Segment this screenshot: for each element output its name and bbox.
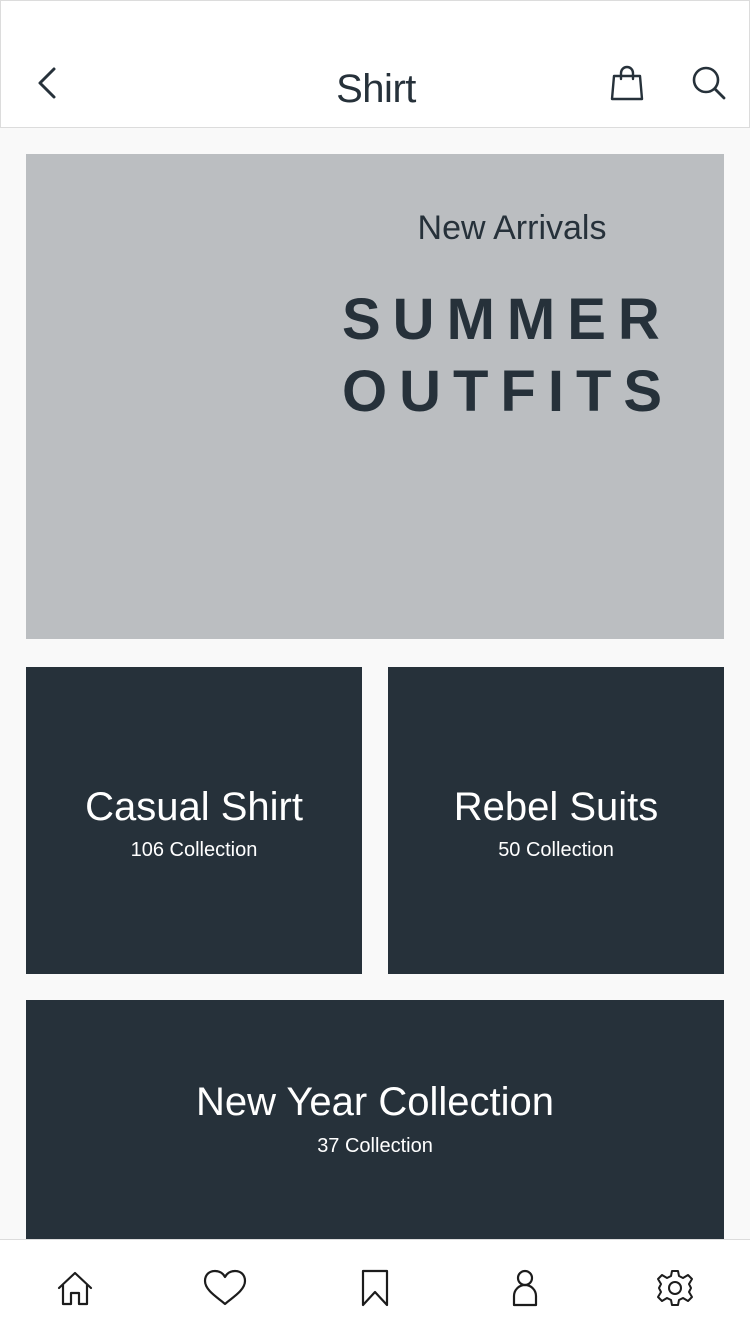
heart-icon bbox=[202, 1268, 248, 1308]
collection-title: Casual Shirt bbox=[85, 785, 303, 829]
search-icon bbox=[691, 65, 727, 101]
nav-home-button[interactable] bbox=[51, 1264, 99, 1312]
bookmark-icon bbox=[360, 1268, 390, 1308]
hero-title: SUMMER OUTFITS bbox=[342, 287, 675, 424]
nav-saved-button[interactable] bbox=[351, 1264, 399, 1312]
collection-count: 106 Collection bbox=[130, 839, 258, 861]
collection-card-rebel-suits[interactable]: Rebel Suits 50 Collection bbox=[388, 667, 724, 974]
nav-favorites-button[interactable] bbox=[201, 1264, 249, 1312]
home-icon bbox=[55, 1268, 95, 1308]
user-icon bbox=[510, 1268, 540, 1308]
screen: Shirt New Arrivals SUMMER OUTFITS Casual… bbox=[0, 0, 750, 1334]
nav-settings-button[interactable] bbox=[651, 1264, 699, 1312]
hero-banner[interactable]: New Arrivals SUMMER OUTFITS bbox=[26, 154, 724, 639]
collection-title: New Year Collection bbox=[196, 1080, 554, 1124]
collection-card-new-year[interactable]: New Year Collection 37 Collection bbox=[26, 1000, 724, 1260]
gear-icon bbox=[655, 1268, 695, 1308]
search-button[interactable] bbox=[687, 61, 731, 105]
bottom-nav bbox=[0, 1239, 750, 1334]
collection-count: 37 Collection bbox=[317, 1135, 433, 1157]
collection-title: Rebel Suits bbox=[453, 785, 659, 829]
collection-card-casual-shirt[interactable]: Casual Shirt 106 Collection bbox=[26, 667, 362, 974]
header-bar: Shirt bbox=[0, 0, 750, 128]
collection-count: 50 Collection bbox=[498, 839, 614, 861]
hero-subtitle: New Arrivals bbox=[417, 209, 607, 247]
shopping-bag-button[interactable] bbox=[605, 61, 649, 105]
shopping-bag-icon bbox=[610, 64, 644, 102]
nav-profile-button[interactable] bbox=[501, 1264, 549, 1312]
